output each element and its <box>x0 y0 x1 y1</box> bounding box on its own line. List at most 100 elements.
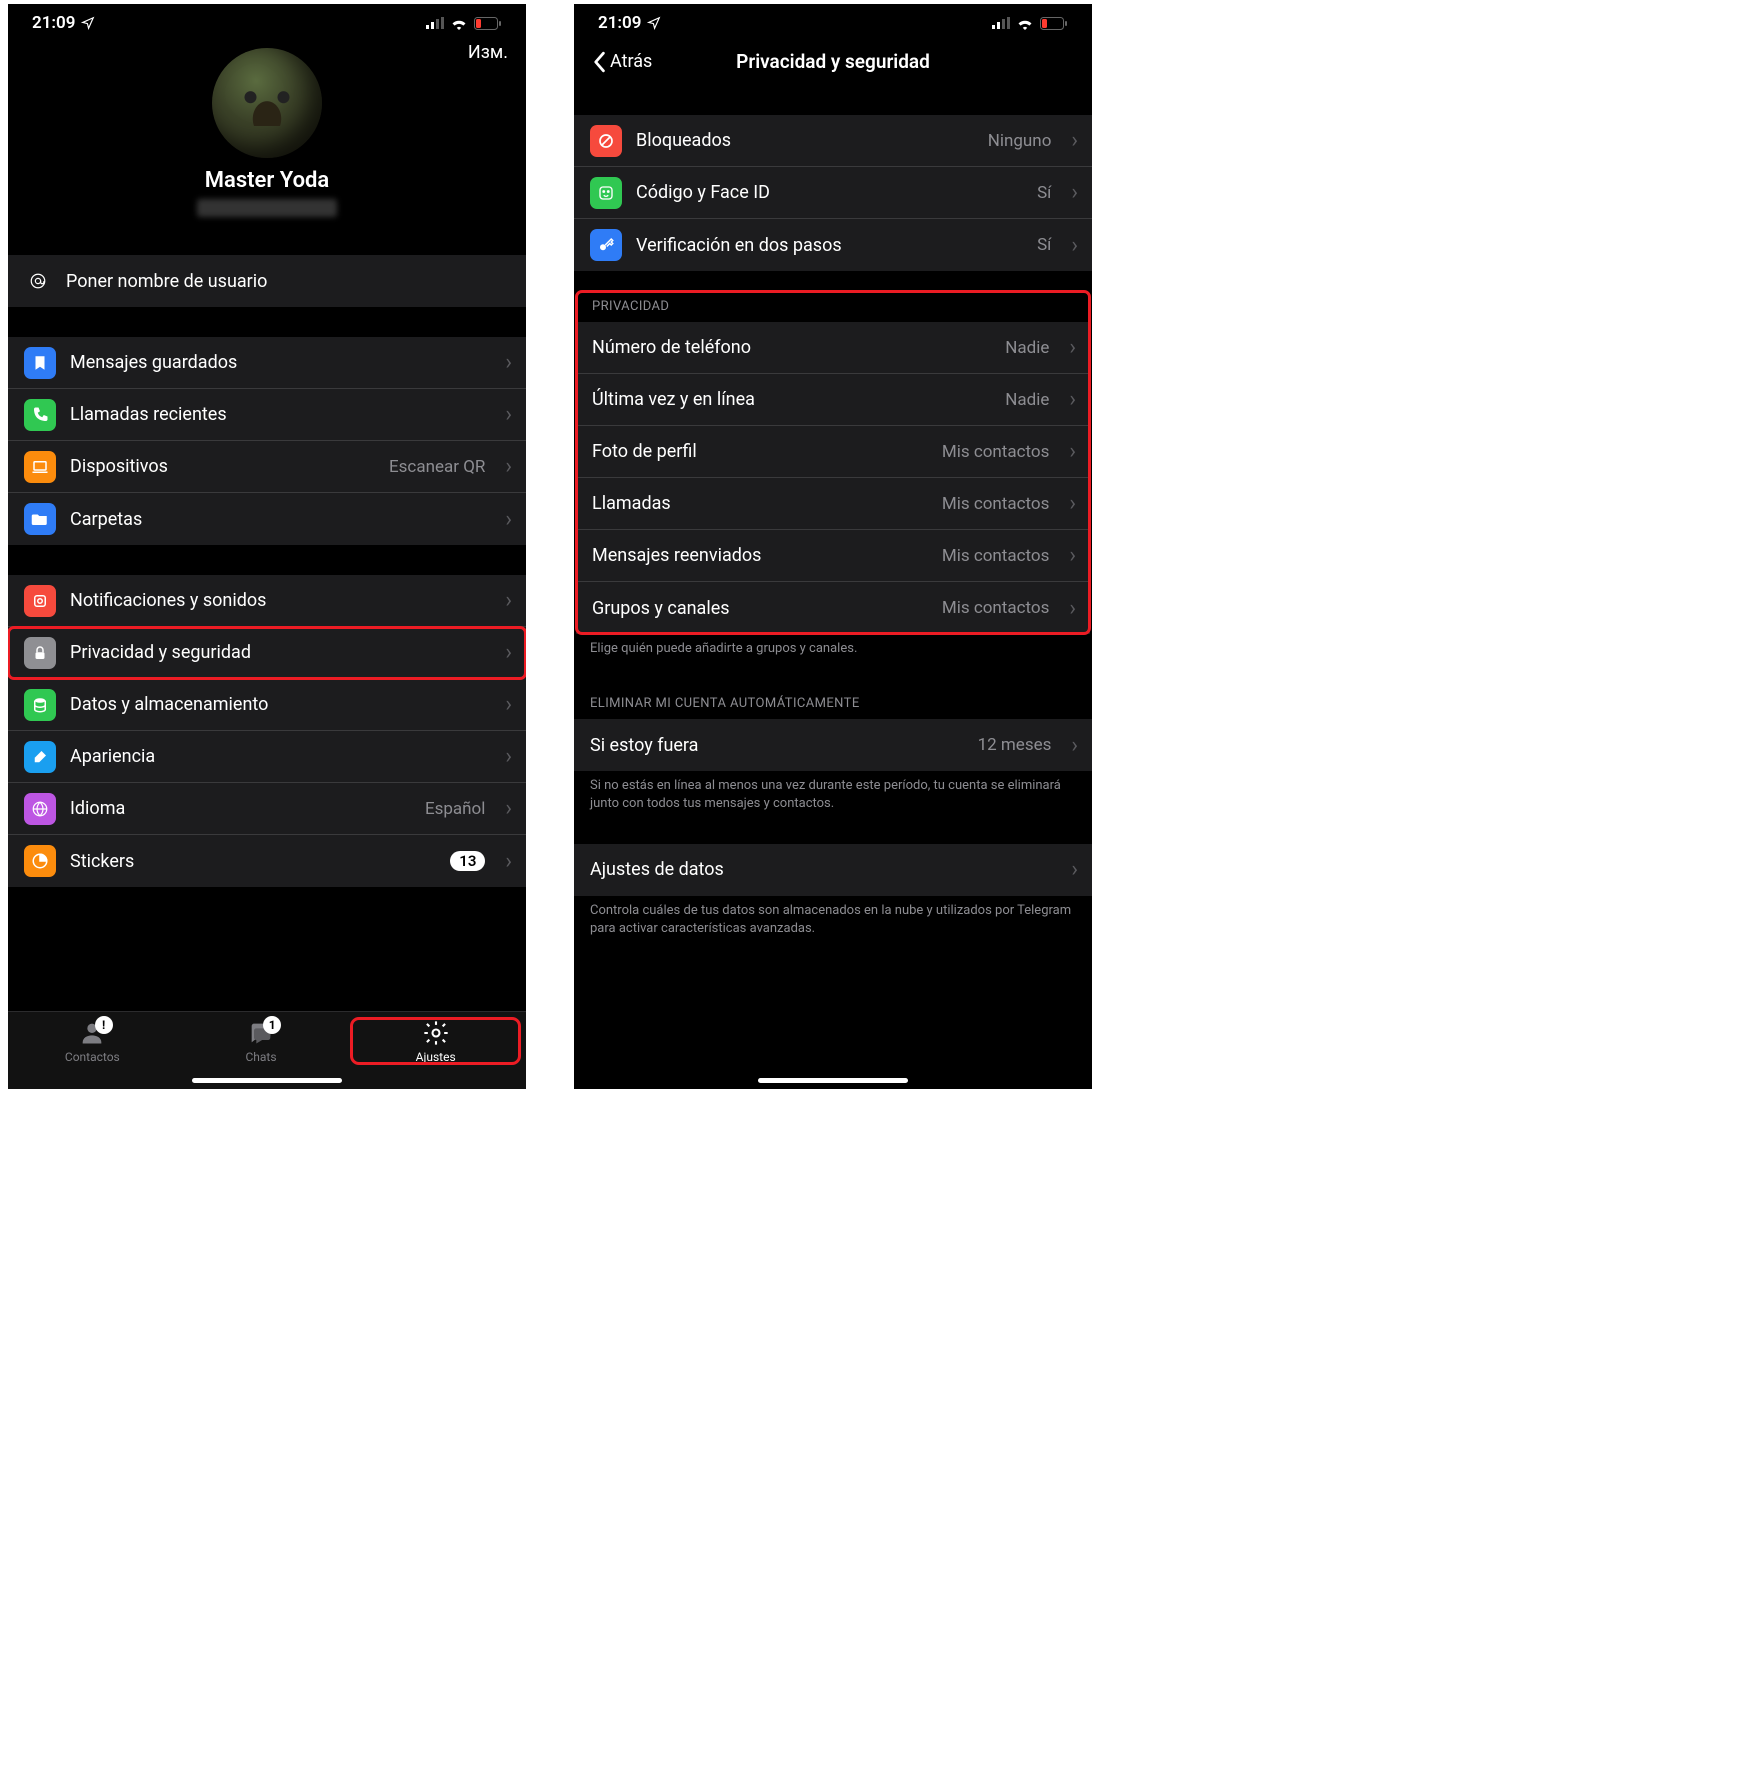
chevron-right-icon: › <box>505 402 512 427</box>
laptop-icon <box>24 451 56 483</box>
settings-row[interactable]: Carpetas› <box>8 493 526 545</box>
profile-name: Master Yoda <box>8 168 526 193</box>
battery-icon <box>474 17 502 30</box>
settings-row[interactable]: Notificaciones y sonidos › <box>8 575 526 627</box>
row-label: Dispositivos <box>70 456 375 477</box>
chevron-right-icon: › <box>505 849 512 874</box>
chevron-right-icon: › <box>505 692 512 717</box>
settings-row[interactable]: Última vez y en líneaNadie› <box>576 374 1090 426</box>
chevron-right-icon: › <box>505 350 512 375</box>
settings-row[interactable]: Verificación en dos pasos Sí › <box>574 219 1092 271</box>
row-label: Stickers <box>70 851 436 872</box>
chevron-right-icon: › <box>505 588 512 613</box>
gear-icon <box>421 1018 451 1048</box>
row-label: Ajustes de datos <box>590 859 1051 880</box>
row-label: Poner nombre de usuario <box>66 271 512 292</box>
status-time: 21:09 <box>598 13 641 33</box>
chevron-right-icon: › <box>505 744 512 769</box>
row-label: Grupos y canales <box>592 598 928 619</box>
badge-count: 13 <box>450 851 485 871</box>
face-icon <box>590 177 622 209</box>
row-label: Número de teléfono <box>592 337 991 358</box>
wifi-icon <box>1016 17 1034 30</box>
bookmark-icon <box>24 347 56 379</box>
row-value: Ninguno <box>988 131 1052 151</box>
block-icon <box>590 125 622 157</box>
globe-icon <box>24 793 56 825</box>
tab-label: Ajustes <box>416 1050 456 1064</box>
tab-label: Chats <box>245 1050 276 1064</box>
settings-row[interactable]: Stickers 13 › <box>8 835 526 887</box>
settings-row[interactable]: Apariencia › <box>8 731 526 783</box>
row-value: Mis contactos <box>942 546 1050 566</box>
nav-bar: Atrás Privacidad y seguridad <box>574 42 1092 85</box>
page-title: Privacidad y seguridad <box>672 50 994 73</box>
profile-header: Изм. Master Yoda <box>8 42 526 235</box>
key-icon <box>590 229 622 261</box>
settings-screen: 21:09 Изм. Master Yoda <box>8 4 526 1089</box>
row-value: Nadie <box>1005 338 1049 358</box>
badge-count: 1 <box>263 1016 281 1034</box>
settings-group-2: Notificaciones y sonidos›Privacidad y se… <box>8 575 526 887</box>
row-value: Escanear QR <box>389 457 485 477</box>
settings-row[interactable]: Foto de perfilMis contactos› <box>576 426 1090 478</box>
row-label: Mensajes guardados <box>70 352 485 373</box>
chevron-right-icon: › <box>1069 387 1076 412</box>
chevron-right-icon: › <box>1071 128 1078 153</box>
settings-group-1: Mensajes guardados › Llamadas recientes › Di… <box>8 337 526 545</box>
location-icon <box>81 16 95 30</box>
home-indicator[interactable] <box>758 1078 908 1083</box>
row-label: Última vez y en línea <box>592 389 991 410</box>
privacy-footer: Elige quién puede añadirte a grupos y ca… <box>574 634 1092 658</box>
tab-ajustes[interactable]: Ajustes <box>351 1018 520 1064</box>
edit-button[interactable]: Изм. <box>468 42 508 63</box>
tab-chats[interactable]: 1 Chats <box>177 1018 346 1064</box>
chevron-right-icon: › <box>1071 233 1078 258</box>
row-value: Sí <box>1037 183 1051 203</box>
bell-icon <box>24 585 56 617</box>
row-label: Notificaciones y sonidos <box>70 590 485 611</box>
back-button[interactable]: Atrás <box>592 51 652 73</box>
delete-if-away-row[interactable]: Si estoy fuera 12 meses › <box>574 719 1092 771</box>
settings-row[interactable]: Datos y almacenamiento › <box>8 679 526 731</box>
chevron-right-icon: › <box>505 507 512 532</box>
settings-row[interactable]: Mensajes guardados › <box>8 337 526 389</box>
row-label: Llamadas recientes <box>70 404 485 425</box>
data-settings-row[interactable]: Ajustes de datos › <box>574 844 1092 896</box>
chevron-right-icon: › <box>1069 335 1076 360</box>
section-header-delete: ELIMINAR MI CUENTA AUTOMÁTICAMENTE <box>574 688 1092 719</box>
row-label: Apariencia <box>70 746 485 767</box>
status-bar: 21:09 <box>574 4 1092 42</box>
settings-row[interactable]: Grupos y canalesMis contactos› <box>576 582 1090 634</box>
settings-row[interactable]: LlamadasMis contactos› <box>576 478 1090 530</box>
settings-row[interactable]: IdiomaEspañol› <box>8 783 526 835</box>
status-bar: 21:09 <box>8 4 526 42</box>
home-indicator[interactable] <box>192 1078 342 1083</box>
set-username-row[interactable]: Poner nombre de usuario <box>8 255 526 307</box>
settings-row[interactable]: Privacidad y seguridad› <box>8 627 526 679</box>
chevron-right-icon: › <box>505 640 512 665</box>
settings-row[interactable]: Llamadas recientes › <box>8 389 526 441</box>
location-icon <box>647 16 661 30</box>
settings-row[interactable]: Código y Face ID Sí › <box>574 167 1092 219</box>
folder-icon <box>24 503 56 535</box>
db-icon <box>24 689 56 721</box>
badge-icon: ! <box>95 1016 113 1034</box>
row-label: Verificación en dos pasos <box>636 235 1023 256</box>
avatar[interactable] <box>212 48 322 158</box>
section-header-privacy: PRIVACIDAD <box>576 291 1090 322</box>
row-label: Bloqueados <box>636 130 974 151</box>
tab-contactos[interactable]: ! Contactos <box>8 1018 177 1064</box>
row-value: Español <box>425 799 485 819</box>
battery-icon <box>1040 17 1068 30</box>
sticker-icon <box>24 845 56 877</box>
settings-row[interactable]: Bloqueados Ninguno › <box>574 115 1092 167</box>
row-label: Datos y almacenamiento <box>70 694 485 715</box>
row-label: Código y Face ID <box>636 182 1023 203</box>
chevron-right-icon: › <box>1069 439 1076 464</box>
settings-row[interactable]: Mensajes reenviadosMis contactos› <box>576 530 1090 582</box>
row-value: Sí <box>1037 235 1051 255</box>
chevron-right-icon: › <box>1071 180 1078 205</box>
settings-row[interactable]: DispositivosEscanear QR› <box>8 441 526 493</box>
settings-row[interactable]: Número de teléfono Nadie › <box>576 322 1090 374</box>
